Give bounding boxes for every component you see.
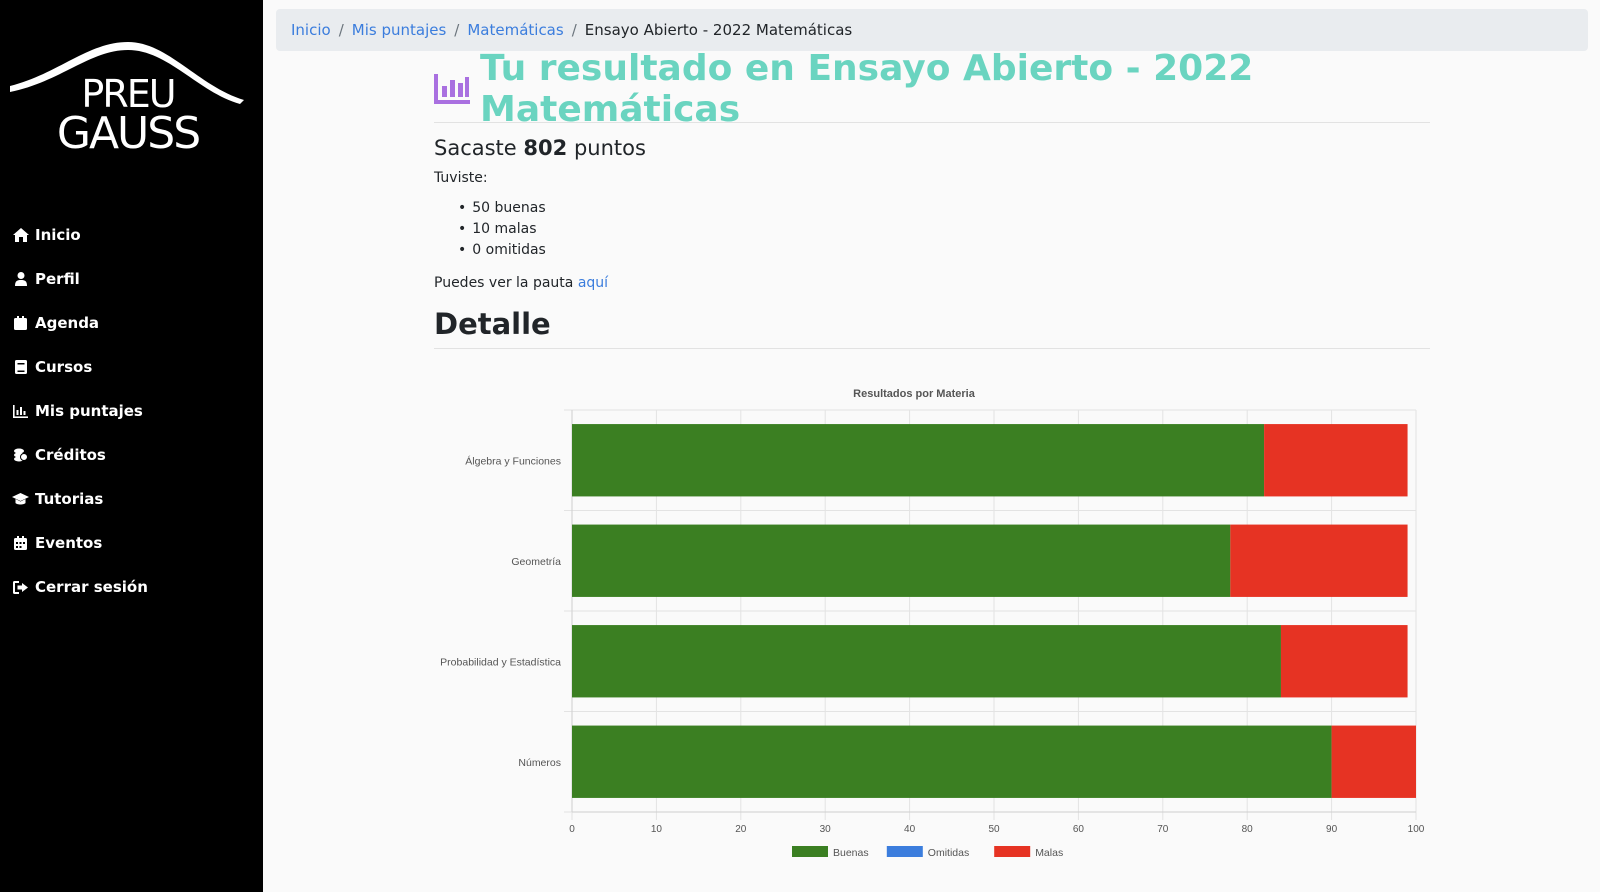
pauta-link[interactable]: aquí: [578, 275, 608, 291]
x-tick-label: 90: [1326, 824, 1338, 835]
y-tick-label: Álgebra y Funciones: [465, 454, 561, 467]
chart-icon: [12, 404, 29, 419]
y-tick-label: Probabilidad y Estadística: [440, 656, 561, 668]
bar-buenas: [572, 625, 1281, 698]
legend-label: Malas: [1035, 847, 1063, 859]
legend-label: Buenas: [833, 847, 869, 859]
x-tick-label: 70: [1157, 824, 1169, 835]
sidebar-item-agenda[interactable]: Agenda: [0, 301, 263, 345]
sidebar-item-label: Eventos: [35, 534, 103, 552]
graduation-cap-icon: [12, 492, 29, 507]
x-tick-label: 30: [820, 824, 832, 835]
x-tick-label: 20: [735, 824, 747, 835]
bar-malas: [1264, 424, 1408, 497]
sign-out-icon: [12, 580, 29, 595]
sidebar-item-tutorias[interactable]: Tutorias: [0, 477, 263, 521]
sidebar-item-label: Agenda: [35, 314, 100, 332]
logo-text-gauss: GAUSS: [56, 108, 201, 159]
breadcrumb-link-matematicas[interactable]: Matemáticas: [467, 21, 563, 39]
bar-malas: [1331, 725, 1416, 798]
breadcrumb-current: Ensayo Abierto - 2022 Matemáticas: [584, 21, 853, 39]
y-tick-label: Geometría: [511, 556, 561, 568]
legend-label: Omitidas: [928, 847, 969, 859]
legend-swatch: [994, 846, 1031, 857]
book-icon: [12, 360, 29, 375]
breadcrumb-separator: /: [454, 21, 460, 39]
sidebar-item-cerrar-sesion[interactable]: Cerrar sesión: [0, 565, 263, 609]
breadcrumb-link-inicio[interactable]: Inicio: [291, 21, 331, 39]
sidebar: PREU GAUSS Inicio Perfil Agenda Cursos M…: [0, 0, 263, 892]
breadcrumb-separator: /: [571, 21, 577, 39]
results-list: 50 buenas 10 malas 0 omitidas: [434, 198, 1430, 261]
x-tick-label: 0: [569, 824, 575, 835]
score-prefix: Sacaste: [434, 136, 517, 160]
breadcrumb-link-mis-puntajes[interactable]: Mis puntajes: [352, 21, 447, 39]
pauta-line: Puedes ver la pauta aquí: [434, 275, 1430, 291]
calendar-grid-icon: [12, 536, 29, 551]
sidebar-item-label: Créditos: [35, 446, 106, 464]
sidebar-item-eventos[interactable]: Eventos: [0, 521, 263, 565]
y-tick-label: Números: [518, 757, 561, 769]
sidebar-item-label: Inicio: [35, 226, 81, 244]
bar-malas: [1280, 625, 1408, 698]
legend-swatch: [886, 846, 923, 857]
sidebar-item-perfil[interactable]: Perfil: [0, 257, 263, 301]
list-item: 10 malas: [458, 219, 1430, 240]
x-tick-label: 10: [651, 824, 663, 835]
sidebar-item-label: Cerrar sesión: [35, 578, 148, 596]
results-chart: Resultados por Materia 0 10 20 30 40 50 60 70 80 9…: [426, 378, 1426, 882]
breadcrumb: Inicio / Mis puntajes / Matemáticas / En…: [276, 9, 1588, 51]
page-title: Tu resultado en Ensayo Abierto - 2022 Ma…: [434, 48, 1430, 130]
bar-chart-icon: [434, 74, 470, 104]
sidebar-nav: Inicio Perfil Agenda Cursos Mis puntajes…: [0, 213, 263, 609]
tuviste-label: Tuviste:: [434, 170, 488, 186]
x-tick-label: 80: [1242, 824, 1254, 835]
sidebar-item-cursos[interactable]: Cursos: [0, 345, 263, 389]
coins-icon: [12, 448, 29, 463]
sidebar-item-label: Cursos: [35, 358, 93, 376]
page-title-text: Tu resultado en Ensayo Abierto - 2022 Ma…: [480, 48, 1254, 130]
preu-gauss-logo[interactable]: PREU GAUSS: [8, 40, 248, 166]
x-tick-label: 60: [1073, 824, 1085, 835]
x-tick-label: 100: [1408, 824, 1425, 835]
sidebar-item-mis-puntajes[interactable]: Mis puntajes: [0, 389, 263, 433]
breadcrumb-separator: /: [338, 21, 344, 39]
legend-swatch: [792, 846, 828, 857]
sidebar-item-inicio[interactable]: Inicio: [0, 213, 263, 257]
x-tick-label: 40: [904, 824, 916, 835]
score-line: Sacaste 802 puntos: [434, 136, 1430, 160]
bar-malas: [1230, 524, 1408, 597]
list-item: 0 omitidas: [458, 240, 1430, 261]
divider: [434, 348, 1430, 349]
chart-title: Resultados por Materia: [853, 388, 976, 400]
home-icon: [12, 228, 29, 243]
pauta-text: Puedes ver la pauta: [434, 275, 574, 291]
user-icon: [12, 272, 29, 287]
sidebar-item-creditos[interactable]: Créditos: [0, 433, 263, 477]
score-suffix: puntos: [573, 136, 646, 160]
sidebar-item-label: Perfil: [35, 270, 80, 288]
main-content: Tu resultado en Ensayo Abierto - 2022 Ma…: [434, 48, 1430, 349]
x-tick-label: 50: [988, 824, 1000, 835]
bar-buenas: [572, 424, 1265, 497]
detalle-heading: Detalle: [434, 307, 551, 341]
results-chart-svg: Resultados por Materia 0 10 20 30 40 50 60 70 80 9…: [440, 388, 1425, 859]
sidebar-item-label: Mis puntajes: [35, 402, 143, 420]
sidebar-item-label: Tutorias: [35, 490, 104, 508]
calendar-icon: [12, 316, 29, 331]
list-item: 50 buenas: [458, 198, 1430, 219]
bar-buenas: [572, 524, 1231, 597]
score-value: 802: [523, 136, 568, 160]
bar-buenas: [572, 725, 1332, 798]
